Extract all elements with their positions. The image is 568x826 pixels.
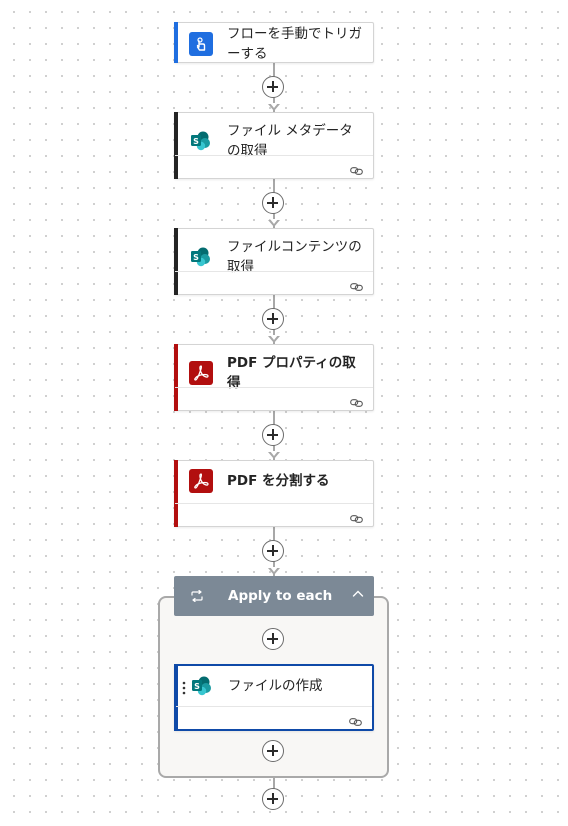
step-title: ファイルの作成 <box>228 678 323 694</box>
link-icon[interactable] <box>350 161 363 180</box>
step-get-pdf-properties[interactable]: PDF プロパティの取得 <box>174 344 374 411</box>
step-title: PDF を分割する <box>227 473 330 489</box>
step-manual-trigger[interactable]: フローを手動でトリガーする <box>174 22 374 63</box>
apply-to-each-title: Apply to each <box>228 588 333 604</box>
loop-icon <box>190 590 204 602</box>
step-accent <box>174 22 178 63</box>
arrow-head <box>268 219 280 227</box>
svg-text:S: S <box>193 137 199 146</box>
link-icon[interactable] <box>349 712 362 731</box>
step-footer <box>175 155 373 178</box>
step-get-file-content[interactable]: S ファイルコンテンツの取得 <box>174 228 374 295</box>
step-split-pdf[interactable]: PDF を分割する <box>174 460 374 527</box>
sharepoint-icon: S <box>190 674 214 698</box>
add-step-button[interactable] <box>262 76 284 98</box>
add-step-button[interactable] <box>262 192 284 214</box>
add-step-button[interactable] <box>262 788 284 810</box>
link-icon[interactable] <box>350 393 363 412</box>
link-icon[interactable] <box>350 277 363 296</box>
add-step-button[interactable] <box>262 424 284 446</box>
arrow-head <box>268 451 280 459</box>
add-step-button[interactable] <box>262 308 284 330</box>
arrow-head <box>268 567 280 575</box>
step-footer <box>175 503 373 526</box>
arrow-head <box>268 335 280 343</box>
svg-text:S: S <box>194 682 200 691</box>
adobe-pdf-icon <box>189 469 213 493</box>
adobe-pdf-icon <box>189 361 213 385</box>
add-step-button[interactable] <box>262 740 284 762</box>
sharepoint-icon: S <box>189 245 213 269</box>
add-step-button[interactable] <box>262 628 284 650</box>
sharepoint-icon: S <box>189 129 213 153</box>
apply-to-each-header[interactable]: Apply to each <box>174 576 374 616</box>
step-get-file-metadata[interactable]: S ファイル メタデータの取得 <box>174 112 374 179</box>
add-step-button[interactable] <box>262 540 284 562</box>
step-create-file[interactable]: S ファイルの作成 <box>174 664 374 731</box>
drag-handle-icon[interactable] <box>182 680 186 699</box>
step-footer <box>176 706 372 729</box>
step-footer <box>175 271 373 294</box>
arrow-head <box>268 103 280 111</box>
link-icon[interactable] <box>350 509 363 528</box>
step-title: フローを手動でトリガーする <box>227 25 362 62</box>
svg-text:S: S <box>193 253 199 262</box>
chevron-up-icon[interactable] <box>352 589 364 599</box>
step-footer <box>175 387 373 410</box>
manual-trigger-icon <box>189 31 213 56</box>
